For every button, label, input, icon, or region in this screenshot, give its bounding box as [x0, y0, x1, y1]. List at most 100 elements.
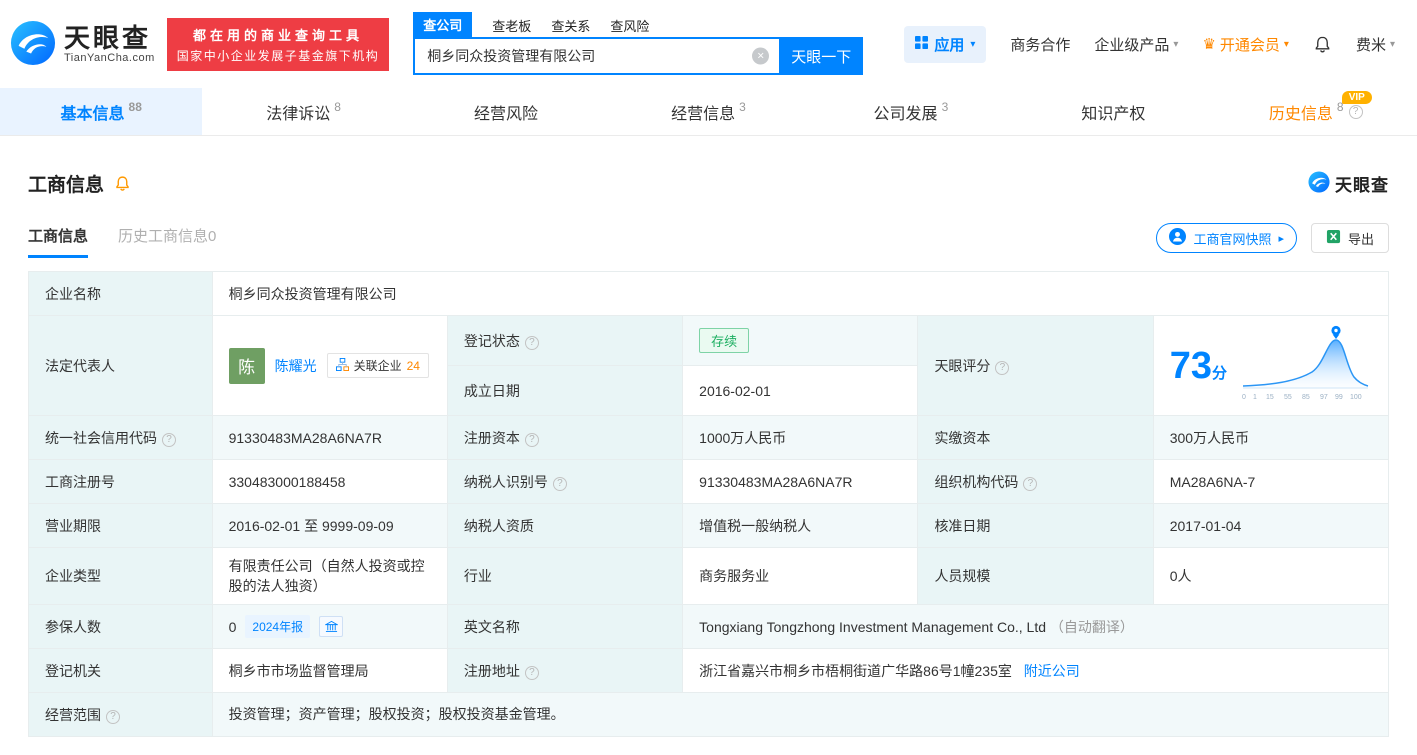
table-row: 经营范围 投资管理；资产管理；股权投资；股权投资基金管理。 — [28, 692, 1390, 737]
arrow-right-icon — [1278, 232, 1284, 245]
table-row: 登记机关 桐乡市市场监督管理局 注册地址 浙江省嘉兴市桐乡市梧桐街道广华路86号… — [28, 648, 1389, 693]
tab-history-info[interactable]: VIP 历史信息 8 — [1215, 88, 1417, 135]
help-icon[interactable] — [162, 432, 176, 447]
help-icon[interactable] — [1023, 476, 1038, 491]
field-label: 经营范围 — [28, 692, 213, 737]
tab-company-development[interactable]: 公司发展 3 — [810, 88, 1012, 135]
logo-title: 天眼查 — [64, 22, 152, 53]
uscc-value: 91330483MA28A6NA7R — [211, 415, 448, 460]
search-input[interactable] — [413, 37, 780, 75]
nav-item-account[interactable]: 费米 — [1356, 34, 1395, 55]
help-icon[interactable] — [995, 360, 1010, 375]
subscribe-bell-icon[interactable] — [114, 175, 131, 192]
nav-item-cooperation[interactable]: 商务合作 — [1010, 34, 1070, 55]
help-icon[interactable] — [524, 432, 539, 447]
tab-count: 3 — [941, 99, 949, 114]
search-tab-boss[interactable]: 查老板 — [492, 14, 531, 37]
legal-rep-link[interactable]: 陈耀光 — [275, 356, 317, 376]
related-companies-count: 24 — [406, 358, 420, 373]
help-icon[interactable] — [106, 709, 120, 724]
field-label: 纳税人资质 — [446, 503, 684, 548]
field-label: 登记机关 — [28, 648, 213, 693]
institution-icon[interactable] — [319, 616, 344, 637]
slogan-line1: 都在用的商业查询工具 — [193, 27, 364, 43]
help-icon[interactable] — [552, 476, 567, 491]
field-label: 注册资本 — [446, 415, 684, 460]
score-value: 73 — [1169, 344, 1212, 387]
svg-text:97: 97 — [1320, 394, 1328, 401]
nav-item-open-vip[interactable]: 开通会员 — [1202, 34, 1289, 55]
section-watermark-logo: 天眼查 — [1308, 171, 1389, 196]
legal-rep-cell: 陈 陈耀光 关联企业 24 — [211, 315, 448, 416]
svg-text:15: 15 — [1266, 394, 1274, 401]
reg-capital-value: 1000万人民币 — [682, 415, 919, 460]
nav-item-enterprise-products[interactable]: 企业级产品 — [1094, 34, 1178, 55]
header: 天眼查 TianYanCha.com 都在用的商业查询工具 国家中小企业发展子基… — [0, 0, 1417, 88]
reg-authority-value: 桐乡市市场监督管理局 — [211, 648, 448, 693]
annual-report-badge[interactable]: 2024年报 — [245, 615, 311, 638]
industry-value: 商务服务业 — [682, 547, 919, 605]
table-row: 参保人数 0 2024年报 英文名称 Tongxiang Tongzhong I… — [28, 604, 1389, 649]
paid-capital-value: 300万人民币 — [1152, 415, 1390, 460]
staff-size-value: 0人 — [1152, 547, 1390, 605]
clear-search-icon[interactable] — [752, 47, 770, 65]
subtab-history-registration[interactable]: 历史工商信息0 — [118, 225, 216, 258]
logo-domain: TianYanCha.com — [64, 52, 155, 65]
tab-basic-info[interactable]: 基本信息 88 — [0, 88, 203, 135]
search-button[interactable]: 天眼一下 — [779, 37, 864, 75]
tianyancha-logo-icon — [1308, 171, 1330, 196]
search-tab-risk[interactable]: 查风险 — [610, 14, 649, 37]
table-row: 工商注册号 330483000188458 纳税人识别号 91330483MA2… — [28, 459, 1390, 504]
tab-label: 公司发展 — [873, 105, 938, 123]
tab-intellectual-property[interactable]: 知识产权 — [1012, 88, 1214, 135]
help-icon[interactable] — [1348, 104, 1363, 119]
score-unit: 分 — [1212, 364, 1228, 382]
business-scope-value: 投资管理；资产管理；股权投资；股权投资基金管理。 — [211, 692, 1390, 737]
english-name-value: Tongxiang Tongzhong Investment Managemen… — [699, 618, 1047, 635]
snapshot-person-icon — [1169, 228, 1187, 248]
field-label: 参保人数 — [28, 604, 213, 649]
field-label: 人员规模 — [917, 547, 1154, 605]
reg-status-cell: 存续 — [682, 315, 919, 366]
search-tab-company[interactable]: 查公司 — [413, 12, 473, 37]
tab-operating-risk[interactable]: 经营风险 — [405, 88, 607, 135]
est-date-value: 2016-02-01 — [682, 365, 919, 416]
tab-legal-proceedings[interactable]: 法律诉讼 8 — [202, 88, 404, 135]
auto-translate-note: （自动翻译） — [1049, 618, 1134, 635]
approved-date-value: 2017-01-04 — [1152, 503, 1390, 548]
tianyancha-logo[interactable]: 天眼查 TianYanCha.com — [10, 20, 155, 69]
help-icon[interactable] — [524, 665, 539, 680]
field-label: 行业 — [446, 547, 684, 605]
tab-count: 8 — [334, 99, 341, 114]
content: 工商信息 天眼查 工商信息 历史工商信息0 工商官网快照 ▸ 导出 企业名称 桐… — [0, 170, 1417, 737]
tab-label: 经营风险 — [474, 105, 539, 123]
tab-business-info[interactable]: 经营信息 3 — [607, 88, 809, 135]
field-label: 统一社会信用代码 — [28, 415, 213, 460]
legal-rep-avatar[interactable]: 陈 — [228, 347, 265, 384]
related-companies-button[interactable]: 关联企业 24 — [326, 353, 429, 378]
apps-button[interactable]: 应用 — [904, 25, 987, 63]
help-icon[interactable] — [524, 335, 539, 350]
table-row: 企业类型 有限责任公司（自然人投资或控股的法人独资） 行业 商务服务业 人员规模… — [28, 547, 1390, 605]
field-label: 登记状态 — [446, 315, 684, 366]
taxpayer-id-value: 91330483MA28A6NA7R — [682, 459, 919, 504]
chevron-down-icon — [1284, 39, 1289, 50]
search-tab-relation[interactable]: 查关系 — [551, 14, 590, 37]
company-type-value: 有限责任公司（自然人投资或控股的法人独资） — [211, 547, 448, 605]
nav-item-label: 费米 — [1355, 36, 1386, 54]
nearby-companies-link[interactable]: 附近公司 — [1024, 663, 1080, 679]
chevron-down-icon — [1173, 39, 1178, 50]
nav-item-label: 开通会员 — [1219, 36, 1280, 54]
field-label: 实缴资本 — [917, 415, 1154, 460]
official-snapshot-button[interactable]: 工商官网快照 — [1156, 223, 1297, 253]
tab-label: 基本信息 — [60, 105, 125, 123]
top-nav: 应用 商务合作 企业级产品 开通会员 费米 — [904, 25, 1395, 63]
status-badge: 存续 — [699, 328, 750, 353]
subtab-business-registration[interactable]: 工商信息 — [28, 225, 89, 258]
export-button[interactable]: 导出 — [1310, 223, 1389, 253]
company-tab-bar: 基本信息 88 法律诉讼 8 经营风险 经营信息 3 公司发展 3 知识产权 V… — [0, 88, 1417, 136]
tab-count: 3 — [739, 99, 746, 114]
taxpayer-quality-value: 增值税一般纳税人 — [682, 503, 919, 548]
watermark-logo-text: 天眼查 — [1335, 176, 1389, 195]
notifications-bell-icon[interactable] — [1313, 35, 1332, 54]
